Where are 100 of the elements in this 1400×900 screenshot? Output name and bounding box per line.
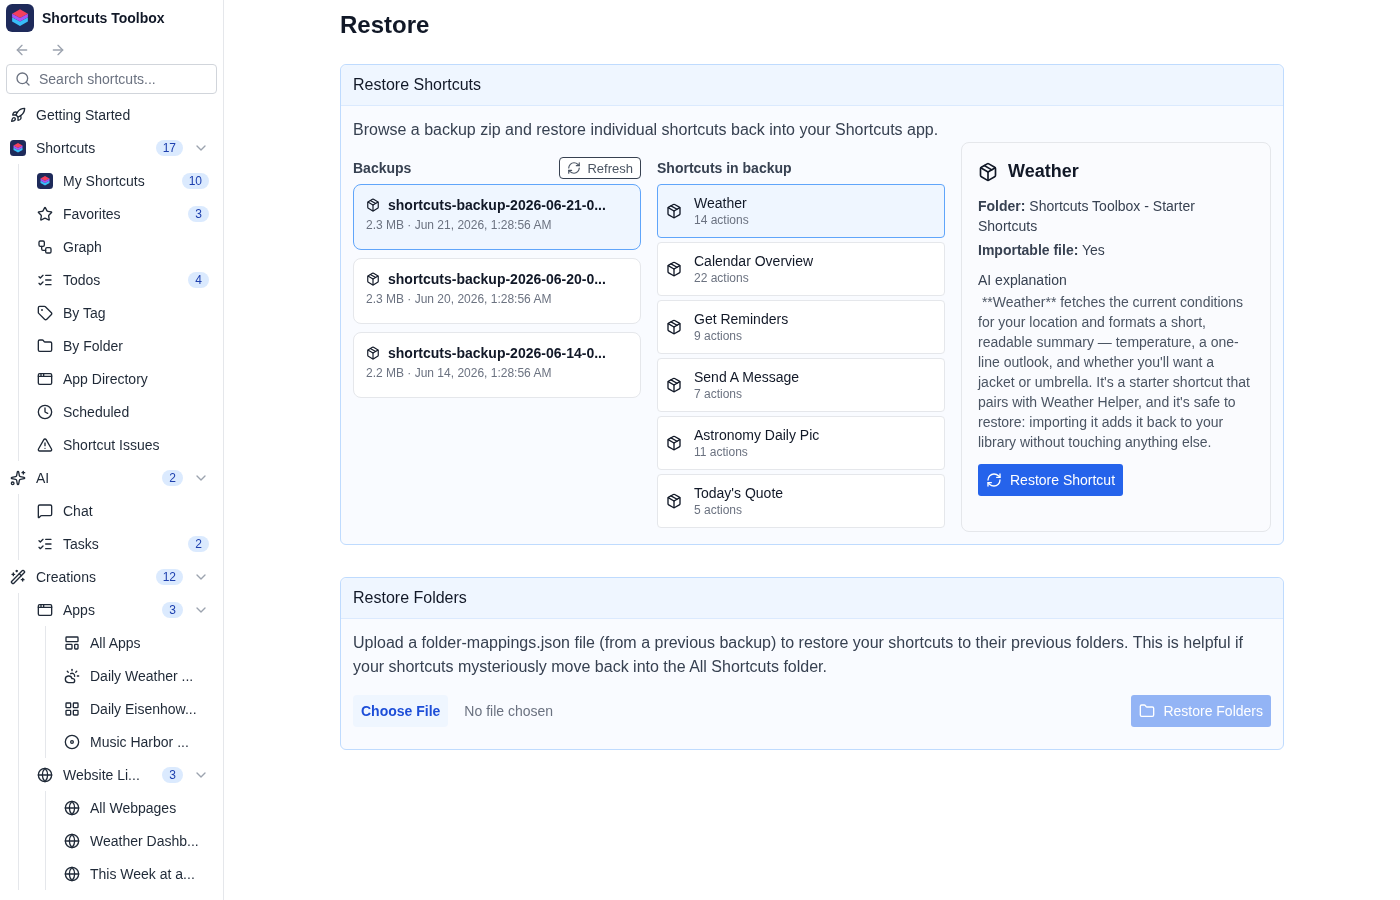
shortcut-name: Weather (694, 195, 748, 211)
sidebar-item[interactable]: All Apps (60, 626, 217, 659)
sidebar-item[interactable]: Creations 12 (6, 560, 217, 593)
graph-icon (37, 238, 53, 255)
sidebar-item[interactable]: My Shortcuts 10 (33, 164, 217, 197)
sidebar-item[interactable]: Todos 4 (33, 263, 217, 296)
package-icon (666, 319, 682, 335)
detail-field: Folder: Shortcuts Toolbox - Starter Shortcuts (978, 196, 1254, 236)
package-icon (666, 493, 682, 509)
file-status: No file chosen (464, 703, 555, 719)
backup-name: shortcuts-backup-2026-06-14-0... (388, 345, 606, 361)
detail-title: Weather (1008, 161, 1079, 182)
backup-meta: 2.3 MB · Jun 20, 2026, 1:28:56 AM (366, 292, 553, 306)
sidebar-item[interactable]: App Directory (33, 362, 217, 395)
warning-icon (37, 436, 53, 453)
column-label: Shortcuts in backup (657, 160, 792, 176)
package-icon (666, 377, 682, 393)
page-title: Restore (340, 10, 431, 40)
grid-icon (64, 700, 80, 717)
action-count: 22 actions (694, 271, 750, 285)
sidebar-item[interactable]: Music Harbor ... (60, 725, 217, 758)
sidebar-item[interactable]: This Week at a... (60, 857, 217, 890)
count-badge: 10 (181, 172, 209, 189)
shortcut-name: Calendar Overview (694, 253, 814, 269)
package-icon (366, 346, 380, 360)
shortcut-item[interactable]: Get Reminders 9 actions (657, 300, 945, 354)
globe-icon (37, 766, 53, 783)
backup-item[interactable]: shortcuts-backup-2026-06-20-0... 2.3 MB · Jun 20, 2026, 1:28:56 AM (353, 258, 641, 324)
refresh-button[interactable]: Refresh (559, 157, 641, 179)
globe-icon (64, 832, 80, 849)
column-label: Backups (353, 160, 412, 176)
disc-icon (64, 733, 80, 750)
wand-icon (10, 568, 26, 585)
sidebar-item[interactable]: Scheduled (33, 395, 217, 428)
app-logo (6, 4, 34, 32)
app-title: Shortcuts Toolbox (42, 10, 165, 26)
globe-icon (64, 865, 80, 882)
sidebar-item[interactable]: Tasks 2 (33, 527, 217, 560)
package-icon (366, 272, 380, 286)
refresh-icon (567, 161, 582, 175)
rocket-icon (10, 106, 26, 123)
package-icon (366, 198, 380, 212)
shortcut-item[interactable]: Send A Message 7 actions (657, 358, 945, 412)
choose-file-button[interactable]: Choose File (353, 695, 449, 727)
sidebar-item[interactable]: Weather Dashb... (60, 824, 217, 857)
restore-shortcut-button[interactable]: Restore Shortcut (978, 464, 1124, 496)
shortcut-item[interactable]: Today's Quote 5 actions (657, 474, 945, 528)
sidebar-item[interactable]: Graph (33, 230, 217, 263)
sidebar-item[interactable]: Shortcut Issues (33, 428, 217, 461)
card-title: Restore Shortcuts (341, 65, 1283, 106)
action-count: 5 actions (694, 503, 744, 517)
sidebar-item[interactable]: Shortcuts 17 (6, 131, 217, 164)
chat-icon (37, 502, 53, 519)
sidebar-item[interactable]: Apps 3 (33, 593, 217, 626)
sidebar-item[interactable]: Getting Started (6, 98, 217, 131)
backup-name: shortcuts-backup-2026-06-21-0... (388, 197, 606, 213)
backup-item[interactable]: shortcuts-backup-2026-06-21-0... 2.3 MB · Jun 21, 2026, 1:28:56 AM (353, 184, 641, 250)
cloud-sun-icon (64, 667, 80, 684)
forward-icon[interactable] (50, 42, 66, 58)
package-icon (666, 435, 682, 451)
action-count: 11 actions (694, 445, 749, 459)
sidebar-item[interactable]: Favorites 3 (33, 197, 217, 230)
backup-item[interactable]: shortcuts-backup-2026-06-14-0... 2.2 MB · Jun 14, 2026, 1:28:56 AM (353, 332, 641, 398)
count-badge: 3 (188, 205, 209, 222)
backup-meta: 2.3 MB · Jun 21, 2026, 1:28:56 AM (366, 218, 553, 232)
search-icon (15, 71, 31, 87)
search-field[interactable]: Search shortcuts... (6, 64, 217, 94)
explanation-text: **Weather** fetches the current conditions for your location and formats a short, readable summary — temperature, a one-line outlook, and whether you'll want a jacket or umbrella. It's a starter shortcut that pairs with Weather Helper, and it's safe to restore: importing it adds it back to your library without touching anything else. (978, 293, 1251, 452)
explanation-label: AI explanation (978, 271, 1068, 290)
package-icon (978, 161, 998, 182)
count-badge: 2 (188, 535, 209, 552)
shortcut-item[interactable]: Calendar Overview 22 actions (657, 242, 945, 296)
shortcut-name: Send A Message (694, 369, 800, 385)
shortcut-item[interactable]: Astronomy Daily Pic 11 actions (657, 416, 945, 470)
star-icon (37, 205, 53, 222)
card-description: Browse a backup zip and restore individual shortcuts back into your Shortcuts app. (353, 120, 940, 140)
shortcut-item[interactable]: Weather 14 actions (657, 184, 945, 238)
shortcuts-icon (10, 139, 26, 156)
action-count: 14 actions (694, 213, 749, 227)
sidebar-item[interactable]: AI 2 (6, 461, 217, 494)
sidebar-item[interactable]: By Tag (33, 296, 217, 329)
sidebar-item[interactable]: Chat (33, 494, 217, 527)
backup-name: shortcuts-backup-2026-06-20-0... (388, 271, 606, 287)
layout-icon (64, 634, 80, 651)
sidebar-item[interactable]: By Folder (33, 329, 217, 362)
count-badge: 3 (162, 601, 183, 618)
action-count: 9 actions (694, 329, 744, 343)
count-badge: 3 (162, 766, 183, 783)
window-icon (37, 601, 53, 618)
sidebar-item[interactable]: All Webpages (60, 791, 217, 824)
sidebar-item[interactable]: Website Li... 3 (33, 758, 217, 791)
sidebar-item[interactable]: Daily Eisenhow... (60, 692, 217, 725)
card-title: Restore Folders (341, 578, 1283, 619)
back-icon[interactable] (14, 42, 30, 58)
globe-icon (64, 799, 80, 816)
refresh-icon (986, 472, 1002, 488)
package-icon (666, 203, 682, 219)
sidebar-item[interactable]: Daily Weather ... (60, 659, 217, 692)
folder-icon (37, 337, 53, 354)
action-count: 7 actions (694, 387, 744, 401)
